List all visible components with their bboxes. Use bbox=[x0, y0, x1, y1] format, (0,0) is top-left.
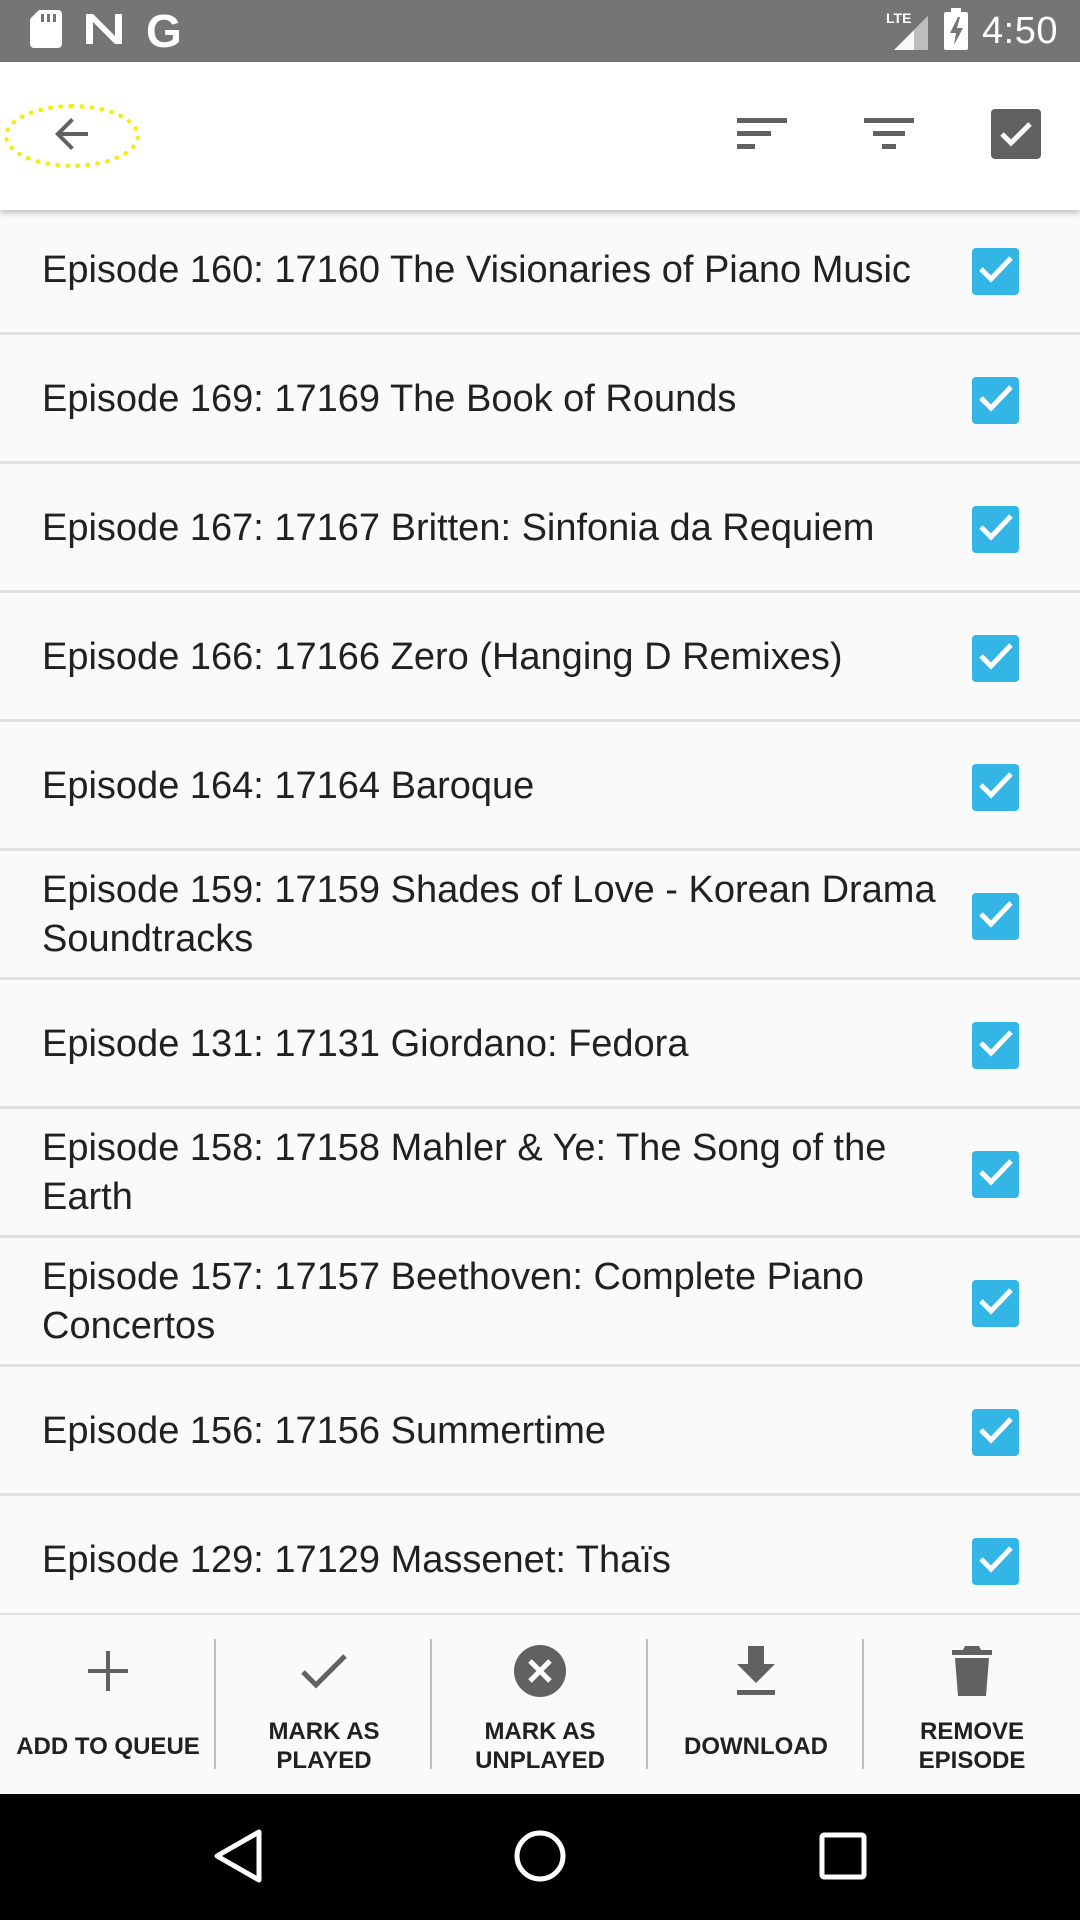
episode-row[interactable]: Episode 167: 17167 Britten: Sinfonia da … bbox=[0, 466, 1080, 593]
episode-title: Episode 156: 17156 Summertime bbox=[42, 1409, 606, 1452]
checkmark-icon bbox=[978, 770, 1014, 805]
episode-row[interactable]: Episode 159: 17159 Shades of Love - Kore… bbox=[0, 853, 1080, 980]
download-icon bbox=[735, 1645, 777, 1701]
remove-episode-label: REMOVE EPISODE bbox=[918, 1718, 1026, 1774]
bulk-action-bar: ADD TO QUEUE MARK AS PLAYED MARK AS UNPL… bbox=[0, 1613, 1080, 1794]
nav-recents-button[interactable] bbox=[812, 1827, 874, 1889]
checkmark-icon bbox=[978, 1286, 1014, 1321]
download-button[interactable]: DOWNLOAD bbox=[648, 1615, 864, 1794]
filter-button[interactable] bbox=[859, 106, 919, 166]
mark-as-unplayed-label: MARK AS UNPLAYED bbox=[475, 1718, 605, 1774]
episode-row[interactable]: Episode 169: 17169 The Book of Rounds bbox=[0, 337, 1080, 464]
cancel-circle-icon bbox=[513, 1644, 567, 1703]
status-bar: G LTE 4:50 bbox=[0, 0, 1080, 62]
episode-title: Episode 129: 17129 Massenet: Thaïs bbox=[42, 1538, 671, 1581]
top-app-bar bbox=[0, 62, 1080, 210]
episode-checkbox[interactable] bbox=[972, 1280, 1019, 1327]
sd-card-icon bbox=[30, 9, 62, 53]
episode-title: Episode 160: 17160 The Visionaries of Pi… bbox=[42, 248, 911, 291]
checkmark-icon bbox=[978, 1157, 1014, 1192]
episode-title: Episode 164: 17164 Baroque bbox=[42, 764, 535, 807]
episode-title: Episode 169: 17169 The Book of Rounds bbox=[42, 377, 737, 420]
checkmark-icon bbox=[978, 383, 1014, 418]
status-bar-notifications: G bbox=[30, 5, 182, 57]
episode-checkbox[interactable] bbox=[972, 1409, 1019, 1456]
episode-checkbox[interactable] bbox=[972, 893, 1019, 940]
checkmark-icon bbox=[978, 899, 1014, 934]
episode-list[interactable]: Episode 160: 17160 The Visionaries of Pi… bbox=[0, 210, 1080, 1613]
episode-title: Episode 159: 17159 Shades of Love - Kore… bbox=[42, 869, 936, 960]
back-arrow-icon bbox=[48, 110, 96, 163]
google-icon: G bbox=[146, 5, 182, 57]
episode-row[interactable]: Episode 129: 17129 Massenet: Thaïs bbox=[0, 1498, 1080, 1613]
episode-title: Episode 131: 17131 Giordano: Fedora bbox=[42, 1022, 689, 1065]
episode-row[interactable]: Episode 160: 17160 The Visionaries of Pi… bbox=[0, 210, 1080, 335]
episode-row[interactable]: Episode 131: 17131 Giordano: Fedora bbox=[0, 982, 1080, 1109]
episode-checkbox[interactable] bbox=[972, 1538, 1019, 1585]
nav-back-icon bbox=[211, 1828, 263, 1889]
episode-row[interactable]: Episode 166: 17166 Zero (Hanging D Remix… bbox=[0, 595, 1080, 722]
checkmark-icon bbox=[978, 1415, 1014, 1450]
episode-checkbox[interactable] bbox=[972, 506, 1019, 553]
check-icon bbox=[300, 1651, 348, 1696]
trash-icon bbox=[952, 1645, 992, 1701]
status-time: 4:50 bbox=[982, 9, 1058, 52]
mark-as-played-button[interactable]: MARK AS PLAYED bbox=[216, 1615, 432, 1794]
episode-checkbox[interactable] bbox=[972, 1151, 1019, 1198]
episode-checkbox[interactable] bbox=[972, 764, 1019, 811]
sort-icon bbox=[737, 116, 787, 157]
checkmark-icon bbox=[978, 512, 1014, 547]
select-all-button[interactable] bbox=[986, 106, 1046, 166]
episode-title: Episode 158: 17158 Mahler & Ye: The Song… bbox=[42, 1127, 887, 1218]
add-to-queue-label: ADD TO QUEUE bbox=[16, 1732, 200, 1760]
select-all-icon bbox=[991, 108, 1041, 164]
episode-row[interactable]: Episode 157: 17157 Beethoven: Complete P… bbox=[0, 1240, 1080, 1367]
lte-signal-icon: LTE bbox=[884, 10, 930, 52]
episode-checkbox[interactable] bbox=[972, 377, 1019, 424]
episode-row[interactable]: Episode 156: 17156 Summertime bbox=[0, 1369, 1080, 1496]
episode-checkbox[interactable] bbox=[972, 1022, 1019, 1069]
add-to-queue-button[interactable]: ADD TO QUEUE bbox=[0, 1615, 216, 1794]
nav-home-icon bbox=[513, 1829, 567, 1888]
n-notification-icon bbox=[84, 12, 124, 51]
download-label: DOWNLOAD bbox=[684, 1732, 828, 1760]
nav-home-button[interactable] bbox=[509, 1827, 571, 1889]
episode-title: Episode 157: 17157 Beethoven: Complete P… bbox=[42, 1256, 864, 1347]
episode-title: Episode 167: 17167 Britten: Sinfonia da … bbox=[42, 506, 875, 549]
checkmark-icon bbox=[978, 254, 1014, 289]
episode-row[interactable]: Episode 158: 17158 Mahler & Ye: The Song… bbox=[0, 1111, 1080, 1238]
episode-checkbox[interactable] bbox=[972, 248, 1019, 295]
checkmark-icon bbox=[978, 1544, 1014, 1579]
remove-episode-button[interactable]: REMOVE EPISODE bbox=[864, 1615, 1080, 1794]
episode-checkbox[interactable] bbox=[972, 635, 1019, 682]
network-type-label: LTE bbox=[886, 10, 912, 26]
checkmark-icon bbox=[978, 641, 1014, 676]
episode-title: Episode 166: 17166 Zero (Hanging D Remix… bbox=[42, 635, 843, 678]
filter-icon bbox=[864, 116, 914, 157]
status-bar-system: LTE 4:50 bbox=[884, 7, 1058, 55]
nav-back-button[interactable] bbox=[206, 1827, 268, 1889]
back-button[interactable] bbox=[4, 104, 140, 168]
system-navigation-bar bbox=[0, 1794, 1080, 1920]
sort-button[interactable] bbox=[732, 106, 792, 166]
mark-as-unplayed-button[interactable]: MARK AS UNPLAYED bbox=[432, 1615, 648, 1794]
episode-row[interactable]: Episode 164: 17164 Baroque bbox=[0, 724, 1080, 851]
mark-as-played-label: MARK AS PLAYED bbox=[268, 1718, 380, 1774]
checkmark-icon bbox=[978, 1028, 1014, 1063]
battery-charging-icon bbox=[944, 7, 969, 55]
nav-recents-icon bbox=[819, 1832, 867, 1885]
plus-icon bbox=[88, 1650, 128, 1696]
